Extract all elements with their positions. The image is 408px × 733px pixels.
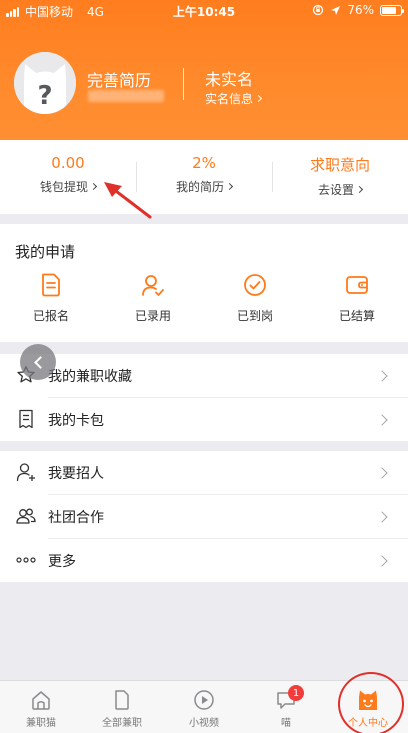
realname-status: 未实名: [205, 70, 254, 89]
document-icon: [42, 273, 60, 297]
section-title: 我的申请: [15, 243, 76, 261]
back-button[interactable]: [20, 344, 56, 380]
app-item-registered[interactable]: 已报名: [0, 270, 102, 330]
app-item-label: 已报名: [32, 309, 69, 323]
app-item-label: 已录用: [134, 309, 171, 323]
tab-label: 喵: [281, 718, 291, 729]
stat-value: 2%: [192, 154, 216, 172]
list-group-favorites: 我的兼职收藏 我的卡包: [0, 354, 408, 441]
chevron-right-icon: [225, 182, 234, 191]
list-item-favorites[interactable]: 我的兼职收藏: [0, 354, 408, 397]
chevron-right-icon: [376, 413, 388, 426]
stat-label: 钱包提现: [40, 178, 98, 195]
list-item-recruit[interactable]: 我要招人: [0, 451, 408, 494]
check-circle-icon: [244, 274, 266, 296]
chevron-right-icon: [376, 466, 388, 479]
list-item-card-bag[interactable]: 我的卡包: [0, 398, 408, 441]
tab-label: 全部兼职: [102, 718, 142, 729]
chevron-left-icon: [33, 355, 47, 369]
app-item-label: 已结算: [338, 309, 375, 323]
group-icon: [16, 508, 36, 524]
header-divider: [183, 68, 184, 100]
app-item-settled[interactable]: 已结算: [306, 270, 408, 330]
list-item-label: 更多: [48, 553, 76, 570]
app-item-arrived[interactable]: 已到岗: [204, 270, 306, 330]
list-item-label: 社团合作: [48, 509, 104, 526]
user-check-icon: [142, 275, 164, 296]
list-item-label: 我的卡包: [48, 412, 104, 429]
user-add-icon: [16, 463, 35, 482]
avatar[interactable]: ?: [14, 52, 76, 114]
cat-avatar-question-icon: ?: [14, 52, 76, 114]
tab-all-jobs[interactable]: 全部兼职: [81, 681, 163, 733]
chevron-right-icon: [376, 554, 388, 567]
status-right: 76%: [312, 3, 404, 17]
chevron-right-icon: [355, 185, 364, 194]
more-dots-icon: [16, 557, 36, 563]
tab-home[interactable]: 兼职猫: [0, 681, 82, 733]
applications-panel: 我的申请 已报名 已录用 已到岗 已结算: [0, 224, 408, 342]
stats-panel: 0.00 钱包提现 2% 我的简历 求职意向 去设置: [0, 140, 408, 214]
tab-videos[interactable]: 小视频: [163, 681, 245, 733]
chevron-right-icon: [376, 369, 388, 382]
chevron-right-icon: [376, 510, 388, 523]
stat-job-intent[interactable]: 求职意向 去设置: [272, 140, 408, 214]
annotation-arrow: [104, 182, 152, 219]
list-group-more: 我要招人 社团合作 更多: [0, 451, 408, 582]
list-item-more[interactable]: 更多: [0, 539, 408, 582]
app-item-label: 已到岗: [236, 309, 273, 323]
stat-label: 我的简历: [176, 178, 234, 195]
realname-info-label: 实名信息: [205, 92, 254, 106]
annotation-circle: [338, 672, 404, 733]
tab-label: 小视频: [189, 718, 219, 729]
tab-label: 兼职猫: [26, 718, 56, 729]
unread-badge: 1: [288, 685, 304, 701]
battery-icon: [380, 4, 404, 16]
stat-value: 0.00: [51, 154, 85, 172]
list-item-label: 我要招人: [48, 465, 104, 482]
list-item-label: 我的兼职收藏: [48, 368, 132, 385]
status-bar: 中国移动 4G 上午10:45 76%: [0, 0, 408, 20]
list-item-club[interactable]: 社团合作: [0, 495, 408, 538]
app-item-hired[interactable]: 已录用: [102, 270, 204, 330]
orientation-lock-icon: [313, 4, 324, 16]
play-icon: [194, 690, 214, 710]
card-bag-icon: [19, 409, 33, 429]
wallet-icon: [346, 276, 368, 294]
tab-messages[interactable]: 1 喵: [245, 681, 327, 733]
home-icon: [32, 691, 50, 710]
profile-title[interactable]: 完善简历: [87, 67, 151, 91]
blurred-user-id: [88, 90, 164, 102]
realname-info-link[interactable]: 实名信息: [205, 90, 263, 107]
stat-label: 去设置: [318, 181, 364, 198]
page-icon: [115, 690, 129, 710]
stat-value: 求职意向: [309, 156, 370, 174]
battery-percent: 76%: [347, 3, 374, 17]
location-arrow-icon: [331, 5, 341, 15]
chevron-right-icon: [254, 94, 263, 103]
svg-text:?: ?: [37, 81, 52, 111]
